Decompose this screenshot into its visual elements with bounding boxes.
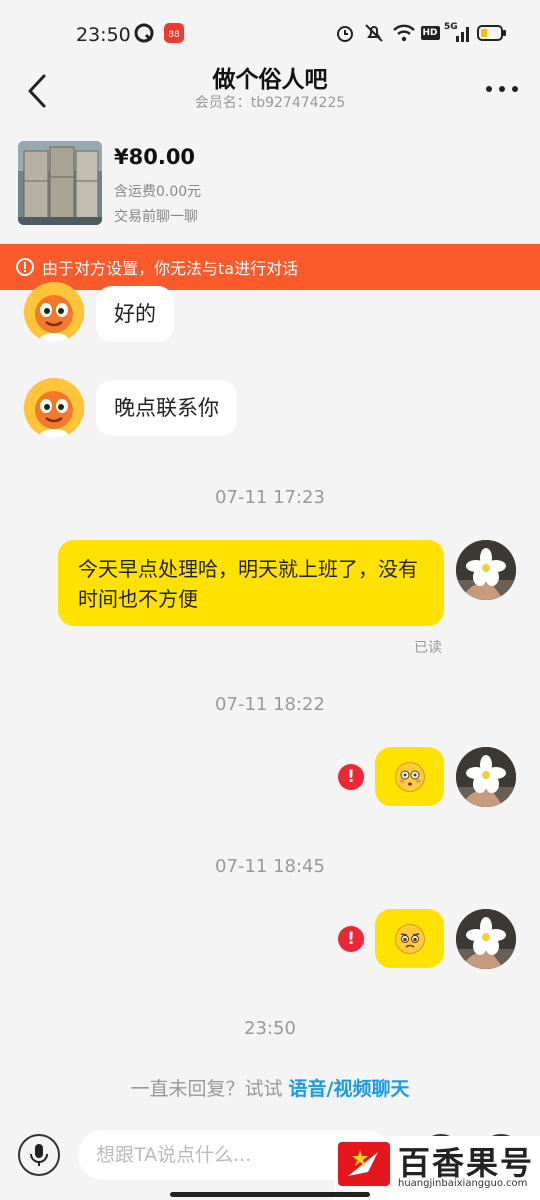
hd-label: HD <box>420 26 440 40</box>
home-indicator <box>170 1192 370 1197</box>
product-image[interactable] <box>18 141 102 225</box>
watermark-logo-icon <box>338 1142 390 1186</box>
message-timestamp: 07-11 18:22 <box>215 694 325 715</box>
send-failed-icon[interactable]: ! <box>338 764 364 790</box>
svg-text:88: 88 <box>168 30 180 40</box>
my-avatar[interactable] <box>456 747 516 807</box>
product-price: ¥80.00 <box>114 145 196 169</box>
my-avatar[interactable] <box>456 909 516 969</box>
banner-text: 由于对方设置，你无法与ta进行对话 <box>42 259 299 278</box>
blocked-chat-banner: 由于对方设置，你无法与ta进行对话 <box>0 244 540 290</box>
voice-input-button[interactable] <box>18 1134 60 1176</box>
microphone-icon <box>30 1144 48 1166</box>
hint-text: 一直未回复？试试 <box>130 1078 289 1100</box>
battery-icon <box>477 22 507 44</box>
voice-video-call-link[interactable]: 语音/视频聊天 <box>289 1078 410 1100</box>
pleading-face-emoji-icon <box>394 923 425 954</box>
hd-icon: HD <box>420 22 440 44</box>
5g-signal-icon: 5G <box>444 22 472 44</box>
more-button[interactable] <box>484 80 520 98</box>
message-timestamp: 07-11 18:45 <box>215 856 325 877</box>
pre-chat-label: 交易前聊一聊 <box>114 209 198 225</box>
incoming-message: 好的 <box>96 286 174 342</box>
my-avatar[interactable] <box>456 540 516 600</box>
member-name: 会员名：tb927474225 <box>194 95 346 111</box>
flushed-face-emoji-icon <box>394 761 425 792</box>
incoming-message: 晚点联系你 <box>96 380 237 436</box>
outgoing-message: 今天早点处理哈，明天就上班了，没有时间也不方便 <box>58 540 444 626</box>
more-dots-icon <box>486 86 518 92</box>
taobao-app-icon: 88 <box>162 22 186 44</box>
watermark-url: huangjinbaixiangguo.com <box>398 1178 528 1189</box>
alarm-icon <box>334 22 356 44</box>
message-timestamp: 23:50 <box>244 1018 296 1039</box>
read-status: 已读 <box>414 640 442 656</box>
watermark: 百香果号 huangjinbaixiangguo.com <box>334 1136 540 1200</box>
status-time: 23:50 <box>76 24 131 46</box>
seller-avatar[interactable] <box>24 282 84 342</box>
page-title: 做个俗人吧 <box>212 67 328 93</box>
network-label: 5G <box>444 22 458 32</box>
mute-icon <box>362 22 386 44</box>
shipping-fee: 含运费0.00元 <box>114 184 202 200</box>
q-app-icon <box>133 22 155 44</box>
outgoing-emoji-message <box>375 909 444 968</box>
outgoing-emoji-message <box>375 747 444 806</box>
message-timestamp: 07-11 17:23 <box>215 487 325 508</box>
seller-avatar[interactable] <box>24 378 84 438</box>
alert-circle-icon <box>16 258 34 276</box>
no-reply-hint: 一直未回复？试试 语音/视频聊天 <box>0 1074 540 1101</box>
wifi-icon <box>392 22 416 44</box>
send-failed-icon[interactable]: ! <box>338 926 364 952</box>
